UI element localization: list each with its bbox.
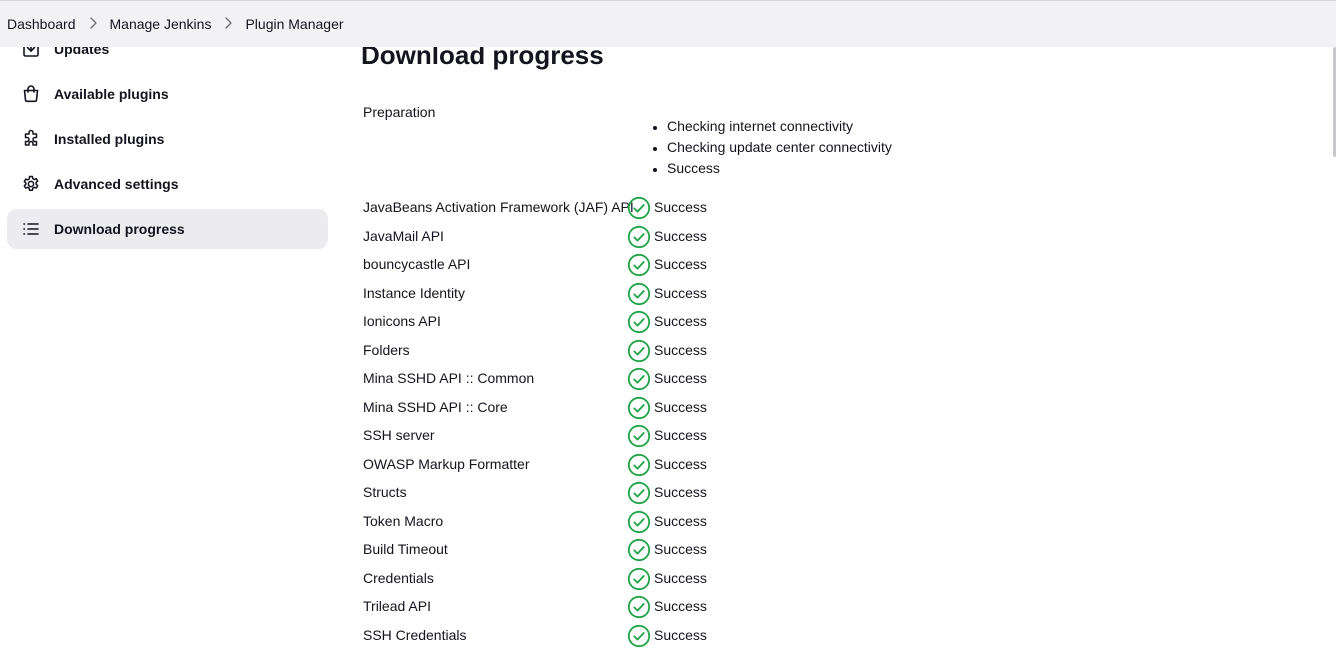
sidebar-item-download-progress[interactable]: Download progress — [7, 209, 328, 249]
job-status: Success — [654, 598, 707, 614]
sidebar-item-installed-plugins[interactable]: Installed plugins — [7, 119, 328, 159]
preparation-step: Success — [667, 160, 892, 181]
job-status: Success — [654, 456, 707, 472]
job-status: Success — [654, 513, 707, 529]
success-check-icon — [627, 282, 651, 306]
job-status: Success — [654, 627, 707, 643]
sidebar-item-label: Available plugins — [54, 86, 169, 102]
job-status: Success — [654, 285, 707, 301]
download-job-row: JavaBeans Activation Framework (JAF) API… — [361, 193, 1061, 222]
job-status: Success — [654, 427, 707, 443]
download-job-row: Folders Success — [361, 336, 1061, 365]
job-name: SSH Credentials — [363, 627, 467, 643]
chevron-right-icon — [216, 16, 240, 32]
job-name: OWASP Markup Formatter — [363, 456, 529, 472]
job-name: JavaBeans Activation Framework (JAF) API — [363, 199, 634, 215]
breadcrumb-plugin-manager[interactable]: Plugin Manager — [245, 16, 343, 32]
job-name: Build Timeout — [363, 541, 448, 557]
job-name: Folders — [363, 342, 410, 358]
preparation-label: Preparation — [363, 104, 435, 120]
breadcrumb-dashboard[interactable]: Dashboard — [7, 16, 76, 32]
job-status: Success — [654, 256, 707, 272]
download-job-row: Credentials Success — [361, 564, 1061, 593]
download-job-row: Trilead API Success — [361, 592, 1061, 621]
job-name: Mina SSHD API :: Core — [363, 399, 508, 415]
success-check-icon — [627, 481, 651, 505]
success-check-icon — [627, 310, 651, 334]
success-check-icon — [627, 510, 651, 534]
job-name: JavaMail API — [363, 228, 444, 244]
job-status: Success — [654, 370, 707, 386]
job-status: Success — [654, 342, 707, 358]
success-check-icon — [627, 453, 651, 477]
preparation-step: Checking internet connectivity — [667, 118, 892, 139]
job-name: SSH server — [363, 427, 435, 443]
job-name: bouncycastle API — [363, 256, 470, 272]
job-status: Success — [654, 199, 707, 215]
download-job-row: Instance Identity Success — [361, 279, 1061, 308]
success-check-icon — [627, 196, 651, 220]
success-check-icon — [627, 339, 651, 363]
sidebar-item-available-plugins[interactable]: Available plugins — [7, 74, 328, 114]
download-job-row: Token Macro Success — [361, 507, 1061, 536]
success-check-icon — [627, 567, 651, 591]
job-name: Trilead API — [363, 598, 431, 614]
sidebar-item-label: Advanced settings — [54, 176, 178, 192]
preparation-step: Checking update center connectivity — [667, 139, 892, 160]
job-name: Ionicons API — [363, 313, 441, 329]
success-check-icon — [627, 624, 651, 648]
puzzle-icon — [21, 129, 41, 149]
job-status: Success — [654, 484, 707, 500]
download-job-row: Ionicons API Success — [361, 307, 1061, 336]
job-name: Token Macro — [363, 513, 443, 529]
job-status: Success — [654, 313, 707, 329]
download-job-row: Build Timeout Success — [361, 535, 1061, 564]
job-name: Structs — [363, 484, 407, 500]
job-status: Success — [654, 541, 707, 557]
breadcrumb-bar: Dashboard Manage Jenkins Plugin Manager — [0, 0, 1336, 47]
download-job-row: Mina SSHD API :: Core Success — [361, 393, 1061, 422]
success-check-icon — [627, 253, 651, 277]
list-icon — [21, 219, 41, 239]
success-check-icon — [627, 595, 651, 619]
preparation-steps: Checking internet connectivity Checking … — [647, 118, 892, 181]
success-check-icon — [627, 396, 651, 420]
job-status: Success — [654, 570, 707, 586]
sidebar-item-label: Installed plugins — [54, 131, 164, 147]
download-job-row: SSH Credentials Success — [361, 621, 1061, 649]
job-name: Instance Identity — [363, 285, 465, 301]
job-status: Success — [654, 399, 707, 415]
sidebar-item-advanced-settings[interactable]: Advanced settings — [7, 164, 328, 204]
job-name: Credentials — [363, 570, 434, 586]
download-job-row: OWASP Markup Formatter Success — [361, 450, 1061, 479]
gear-icon — [21, 174, 41, 194]
download-jobs-list: JavaBeans Activation Framework (JAF) API… — [361, 193, 1061, 649]
download-job-row: Mina SSHD API :: Common Success — [361, 364, 1061, 393]
job-status: Success — [654, 228, 707, 244]
download-job-row: JavaMail API Success — [361, 222, 1061, 251]
success-check-icon — [627, 225, 651, 249]
sidebar: Updates Available plugins Installed plug… — [7, 29, 328, 254]
job-name: Mina SSHD API :: Common — [363, 370, 534, 386]
sidebar-item-label: Download progress — [54, 221, 185, 237]
download-job-row: SSH server Success — [361, 421, 1061, 450]
download-job-row: bouncycastle API Success — [361, 250, 1061, 279]
success-check-icon — [627, 538, 651, 562]
chevron-right-icon — [81, 16, 105, 32]
shopping-bag-icon — [21, 84, 41, 104]
success-check-icon — [627, 424, 651, 448]
breadcrumb-manage-jenkins[interactable]: Manage Jenkins — [110, 16, 212, 32]
breadcrumb: Dashboard Manage Jenkins Plugin Manager — [7, 16, 344, 32]
download-job-row: Structs Success — [361, 478, 1061, 507]
success-check-icon — [627, 367, 651, 391]
